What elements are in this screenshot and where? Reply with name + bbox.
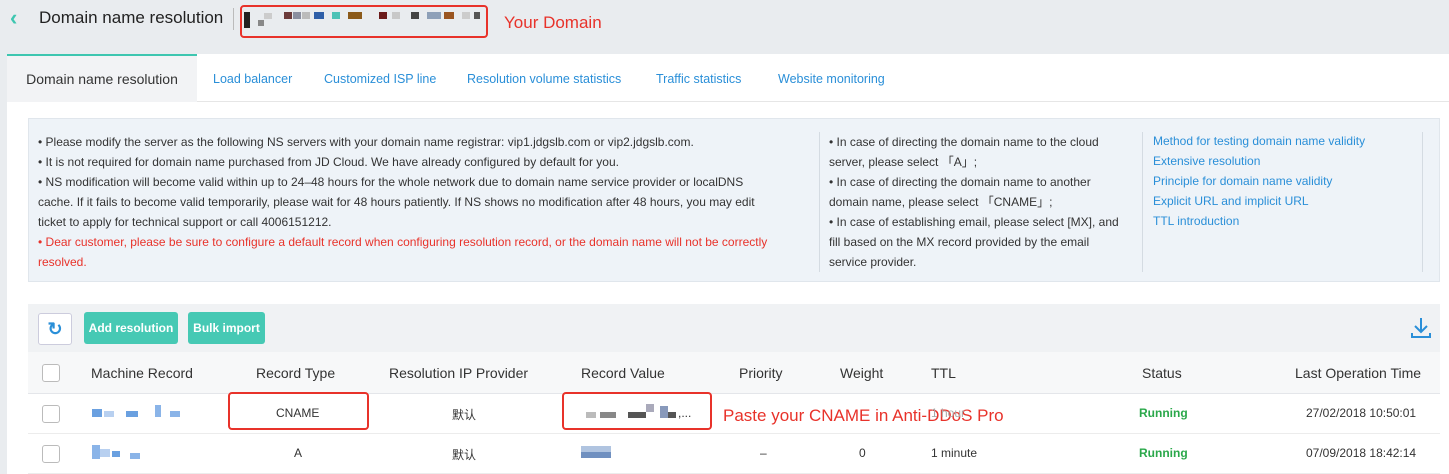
column-ttl[interactable]: TTL	[931, 365, 956, 381]
notice-line: • Please modify the server as the follow…	[38, 135, 694, 149]
provider-cell: 默认	[452, 408, 477, 422]
refresh-button[interactable]: ↻	[38, 313, 72, 345]
refresh-icon: ↻	[47, 319, 63, 339]
provider-cell: 默认	[452, 448, 477, 462]
add-resolution-button[interactable]: Add resolution	[84, 312, 178, 344]
row-checkbox[interactable]	[42, 405, 60, 423]
table-header	[28, 352, 1440, 394]
header-divider	[233, 8, 234, 30]
record-type-highlight-box	[228, 392, 369, 430]
page-title: Domain name resolution	[39, 8, 224, 27]
tab-customized-isp-line[interactable]: Customized ISP line	[324, 72, 436, 86]
ttl-cell: 1 minute	[931, 446, 978, 460]
column-machine-record[interactable]: Machine Record	[91, 365, 193, 381]
row-checkbox[interactable]	[42, 445, 60, 463]
tab-load-balancer[interactable]: Load balancer	[213, 72, 292, 86]
record-value-highlight-box	[562, 392, 712, 430]
notice-warning: • Dear customer, please be sure to confi…	[38, 235, 768, 249]
notice-line: domain name, please select 「CNAME」;	[829, 195, 1053, 209]
notice-divider	[1422, 132, 1423, 272]
link-explicit-implicit-url[interactable]: Explicit URL and implicit URL	[1153, 194, 1309, 208]
column-record-type[interactable]: Record Type	[256, 365, 335, 381]
back-chevron-icon[interactable]: ‹	[10, 7, 28, 29]
last-operation-time-cell: 07/09/2018 18:42:14	[1306, 446, 1417, 460]
tab-website-monitoring[interactable]: Website monitoring	[778, 72, 885, 86]
column-record-value[interactable]: Record Value	[581, 365, 665, 381]
notice-divider	[1142, 132, 1143, 272]
column-weight[interactable]: Weight	[840, 365, 883, 381]
notice-line: ticket to apply for technical support or…	[38, 215, 332, 229]
notice-line: • NS modification will become valid with…	[38, 175, 744, 189]
record-type-cell: A	[294, 446, 303, 460]
notice-warning: resolved.	[38, 255, 87, 269]
notice-divider	[819, 132, 820, 272]
download-icon[interactable]	[1410, 316, 1432, 340]
column-status[interactable]: Status	[1142, 365, 1182, 381]
ttl-cell: 1 hour	[931, 406, 966, 420]
column-last-operation-time[interactable]: Last Operation Time	[1295, 365, 1421, 381]
notice-line: • In case of directing the domain name t…	[829, 175, 1091, 189]
notice-line: • In case of establishing email, please …	[829, 215, 1119, 229]
status-running: Running	[1139, 446, 1188, 460]
link-ttl-introduction[interactable]: TTL introduction	[1153, 214, 1239, 228]
domain-highlight-box	[240, 5, 488, 38]
notice-line: • In case of directing the domain name t…	[829, 135, 1099, 149]
weight-cell: 0	[859, 446, 866, 460]
notice-line: server, please select 「A」;	[829, 155, 978, 169]
column-priority[interactable]: Priority	[739, 365, 783, 381]
notice-line: cache. If it fails to become valid tempo…	[38, 195, 755, 209]
table-row[interactable]	[28, 434, 1440, 474]
notice-line: fill based on the MX record provided by …	[829, 235, 1090, 249]
last-operation-time-cell: 27/02/2018 10:50:01	[1306, 406, 1417, 420]
domain-annotation: Your Domain	[504, 13, 602, 32]
bulk-import-button[interactable]: Bulk import	[188, 312, 265, 344]
status-running: Running	[1139, 406, 1188, 420]
tab-traffic-statistics[interactable]: Traffic statistics	[656, 72, 741, 86]
notice-line: service provider.	[829, 255, 917, 269]
column-resolution-ip-provider[interactable]: Resolution IP Provider	[389, 365, 528, 381]
link-extensive-resolution[interactable]: Extensive resolution	[1153, 154, 1260, 168]
link-principle-validity[interactable]: Principle for domain name validity	[1153, 174, 1332, 188]
link-testing-validity[interactable]: Method for testing domain name validity	[1153, 134, 1365, 148]
page: ‹ Domain name resolution Your Domain Dom…	[0, 0, 1449, 474]
tab-resolution-volume-statistics[interactable]: Resolution volume statistics	[467, 72, 621, 86]
notice-line: • It is not required for domain name pur…	[38, 155, 619, 169]
notice-instructions: • Please modify the server as the follow…	[38, 132, 818, 272]
notice-record-types: • In case of directing the domain name t…	[829, 132, 1141, 272]
select-all-checkbox[interactable]	[42, 364, 60, 382]
priority-cell: –	[760, 446, 767, 460]
tab-domain-name-resolution[interactable]: Domain name resolution	[7, 54, 197, 102]
